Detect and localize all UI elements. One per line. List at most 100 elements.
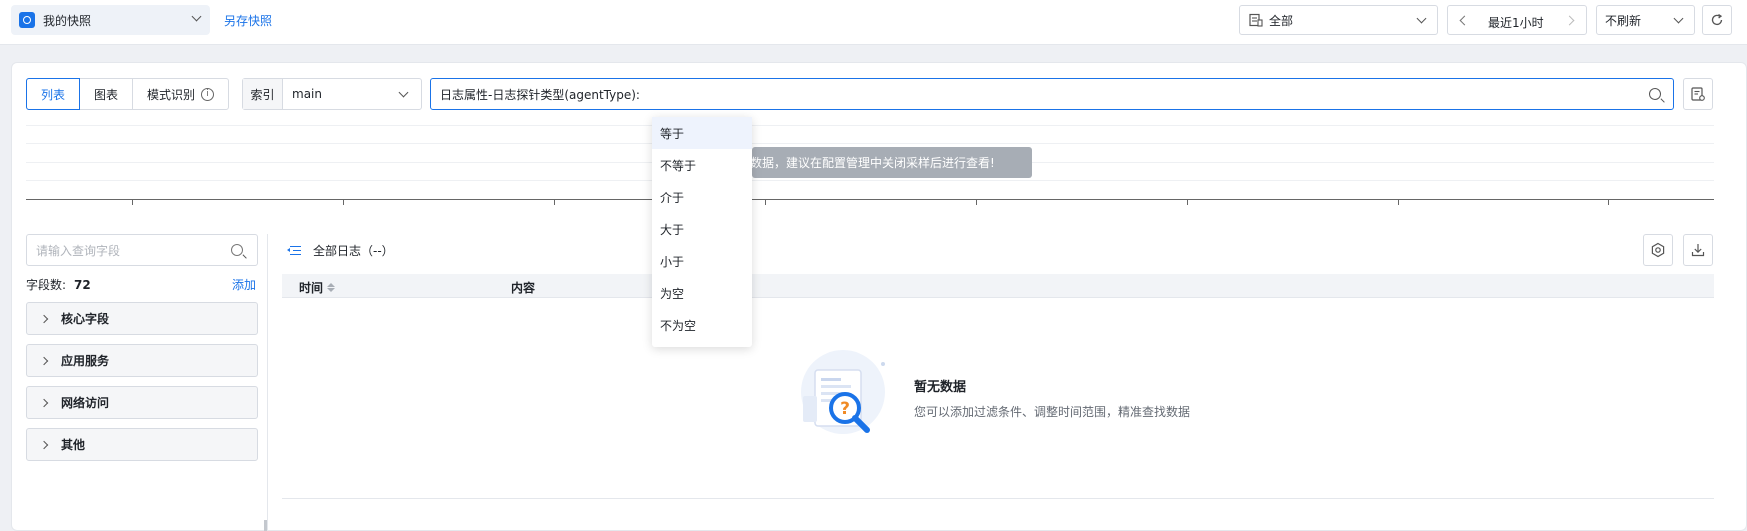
axis-tick — [132, 200, 133, 205]
search-icon[interactable] — [231, 244, 243, 256]
chart-axis — [26, 199, 1714, 200]
axis-tick — [554, 200, 555, 205]
sort-icon[interactable] — [327, 283, 336, 292]
log-section-title: 全部日志（--） — [313, 244, 394, 258]
info-icon[interactable]: i — [201, 87, 215, 101]
field-group-label: 核心字段 — [61, 312, 110, 326]
chevron-down-icon — [191, 11, 202, 22]
chart-gridline — [26, 125, 1714, 126]
panel-divider[interactable] — [267, 234, 268, 531]
view-tabs: 列表 图表 模式识别 i — [26, 78, 230, 110]
scope-value: 全部 — [1269, 13, 1294, 28]
empty-state-description: 您可以添加过滤条件、调整时间范围，精准查找数据 — [914, 405, 1191, 419]
gear-icon — [1651, 242, 1665, 258]
empty-state-title: 暂无数据 — [914, 380, 967, 395]
operator-option-less[interactable]: 小于 — [652, 245, 752, 277]
query-input[interactable]: 日志属性-日志探针类型(agentType): — [430, 78, 1674, 110]
operator-option-equals[interactable]: 等于 — [652, 117, 752, 149]
log-table-bottom-border — [282, 498, 1714, 499]
snapshot-label: 我的快照 — [43, 13, 92, 28]
add-field-link[interactable]: 添加 — [232, 276, 256, 293]
empty-state-illustration: ? — [801, 350, 885, 434]
top-bar: 我的快照 另存快照 全部 最近1小时 不刷新 — [0, 0, 1747, 45]
snapshot-select[interactable]: 我的快照 — [11, 5, 210, 35]
menu-fold-icon[interactable] — [287, 245, 301, 257]
chart-gridline — [26, 143, 1714, 144]
operator-label: 不为空 — [660, 318, 697, 333]
operator-label: 不等于 — [660, 158, 697, 173]
download-icon — [1691, 244, 1705, 257]
chevron-right-icon[interactable] — [1564, 15, 1575, 26]
column-content-label: 内容 — [511, 281, 536, 295]
time-range-value: 最近1小时 — [1488, 16, 1544, 30]
field-group-network[interactable]: 网络访问 — [26, 386, 258, 419]
camera-icon — [19, 12, 35, 28]
download-button[interactable] — [1683, 234, 1713, 266]
field-search-placeholder: 请输入查询字段 — [36, 243, 121, 258]
tab-chart-label: 图表 — [94, 87, 119, 102]
tab-chart[interactable]: 图表 — [80, 79, 134, 109]
tab-pattern[interactable]: 模式识别 i — [133, 79, 228, 109]
chevron-down-icon — [1416, 13, 1427, 24]
field-count-value: 72 — [74, 278, 91, 292]
column-time-label: 时间 — [299, 281, 324, 295]
index-select[interactable]: 索引 main — [242, 78, 422, 110]
operator-label: 为空 — [660, 286, 685, 301]
chevron-right-icon — [39, 398, 49, 407]
operator-label: 等于 — [660, 126, 685, 141]
scrollbar[interactable] — [264, 520, 267, 531]
save-snapshot-link[interactable]: 另存快照 — [224, 12, 272, 29]
log-settings-button[interactable] — [1643, 234, 1673, 266]
field-group-label: 其他 — [61, 438, 86, 452]
chevron-left-icon[interactable] — [1459, 15, 1470, 26]
tab-list[interactable]: 列表 — [26, 78, 81, 110]
axis-tick — [1187, 200, 1188, 205]
document-settings-icon — [1691, 87, 1705, 101]
axis-tick — [343, 200, 344, 205]
time-range-picker[interactable]: 最近1小时 — [1447, 5, 1587, 35]
refresh-icon — [1711, 13, 1723, 26]
field-group-core[interactable]: 核心字段 — [26, 302, 258, 335]
field-search-input[interactable]: 请输入查询字段 — [26, 234, 258, 266]
scope-select[interactable]: 全部 — [1239, 5, 1438, 35]
svg-text:?: ? — [840, 399, 850, 419]
column-time[interactable]: 时间 — [299, 279, 336, 296]
column-content: 内容 — [511, 279, 535, 296]
field-count-label: 字段数: — [26, 278, 67, 292]
tab-pattern-label: 模式识别 — [147, 87, 196, 102]
operator-option-not-empty[interactable]: 不为空 — [652, 309, 752, 341]
refresh-select[interactable]: 不刷新 — [1596, 5, 1695, 35]
axis-tick — [1398, 200, 1399, 205]
operator-label: 大于 — [660, 222, 685, 237]
query-text: 日志属性-日志探针类型(agentType): — [440, 87, 640, 102]
log-section-header: 全部日志（--） — [287, 242, 394, 259]
sampling-notice: 数据，建议在配置管理中关闭采样后进行查看! — [750, 147, 1032, 178]
list-icon — [1249, 13, 1263, 27]
search-icon[interactable] — [1649, 88, 1661, 100]
operator-label: 介于 — [660, 190, 685, 205]
chart-gridline — [26, 180, 1714, 181]
operator-option-empty[interactable]: 为空 — [652, 277, 752, 309]
chevron-right-icon — [39, 356, 49, 365]
field-group-app-service[interactable]: 应用服务 — [26, 344, 258, 377]
operator-dropdown: 等于 不等于 介于 大于 小于 为空 不为空 — [652, 117, 752, 347]
refresh-value: 不刷新 — [1605, 13, 1642, 28]
operator-option-greater[interactable]: 大于 — [652, 213, 752, 245]
field-group-other[interactable]: 其他 — [26, 428, 258, 461]
operator-option-not-equals[interactable]: 不等于 — [652, 149, 752, 181]
index-label: 索引 — [243, 79, 283, 109]
chevron-down-icon — [1673, 13, 1684, 24]
axis-tick — [976, 200, 977, 205]
tab-list-label: 列表 — [41, 87, 66, 102]
field-group-label: 应用服务 — [61, 354, 110, 368]
log-table-header: 时间 内容 — [282, 274, 1714, 298]
sampling-notice-text: 数据，建议在配置管理中关闭采样后进行查看! — [750, 156, 995, 170]
query-history-button[interactable] — [1683, 78, 1713, 110]
field-group-label: 网络访问 — [61, 396, 110, 410]
chevron-right-icon — [39, 314, 49, 323]
axis-tick — [765, 200, 766, 205]
chevron-right-icon — [39, 440, 49, 449]
refresh-button[interactable] — [1702, 5, 1732, 35]
operator-option-between[interactable]: 介于 — [652, 181, 752, 213]
axis-tick — [1608, 200, 1609, 205]
